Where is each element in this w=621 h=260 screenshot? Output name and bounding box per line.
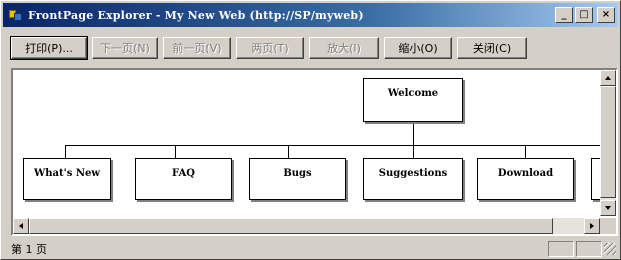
- vertical-scrollbar[interactable]: [600, 70, 616, 216]
- status-pane: [548, 241, 574, 257]
- scroll-down-button[interactable]: [600, 200, 616, 216]
- frontpage-explorer-icon[interactable]: [8, 7, 24, 23]
- print-preview-window: FrontPage Explorer - My New Web (http://…: [0, 0, 621, 260]
- preview-canvas: Welcome What's New FAQ Bugs Suggestions …: [11, 68, 618, 236]
- vertical-scroll-thumb[interactable]: [600, 86, 616, 198]
- arrow-down-icon: [605, 206, 611, 210]
- close-preview-button[interactable]: 关闭(C): [457, 37, 527, 59]
- scroll-up-button[interactable]: [600, 70, 616, 86]
- page-node-faq[interactable]: FAQ: [135, 158, 232, 200]
- status-bar: 第 1 页: [3, 240, 618, 258]
- window-title: FrontPage Explorer - My New Web (http://…: [28, 8, 364, 22]
- navigation-diagram: Welcome What's New FAQ Bugs Suggestions …: [13, 70, 600, 216]
- child-connector: [413, 145, 414, 158]
- title-bar[interactable]: FrontPage Explorer - My New Web (http://…: [3, 3, 618, 27]
- next-page-button[interactable]: 下一页(N): [92, 37, 158, 59]
- zoom-out-button[interactable]: 缩小(O): [384, 37, 452, 59]
- scroll-left-button[interactable]: [13, 218, 29, 234]
- window-controls: _ □ ×: [555, 7, 615, 23]
- previous-page-button[interactable]: 前一页(V): [163, 37, 231, 59]
- two-page-button[interactable]: 两页(T): [236, 37, 304, 59]
- maximize-button[interactable]: □: [575, 7, 593, 23]
- preview-toolbar: 打印(P)... 下一页(N) 前一页(V) 两页(T) 放大(I) 缩小(O)…: [10, 36, 527, 63]
- arrow-up-icon: [605, 76, 611, 80]
- root-connector: [413, 122, 414, 145]
- page-node-partial[interactable]: T: [591, 158, 600, 200]
- page-number-status: 第 1 页: [11, 243, 47, 256]
- child-connector: [525, 145, 526, 158]
- zoom-in-button[interactable]: 放大(I): [309, 37, 379, 59]
- horizontal-scrollbar[interactable]: [13, 218, 600, 234]
- child-connector: [175, 145, 176, 158]
- minimize-button[interactable]: _: [555, 7, 573, 23]
- scroll-right-button[interactable]: [584, 218, 600, 234]
- resize-grip-icon[interactable]: [604, 243, 616, 255]
- horizontal-scroll-thumb[interactable]: [29, 218, 553, 234]
- page-node-suggestions[interactable]: Suggestions: [363, 158, 463, 200]
- page-node-whats-new[interactable]: What's New: [23, 158, 111, 200]
- child-connector: [65, 145, 66, 158]
- child-connector: [288, 145, 289, 158]
- status-pane: [576, 241, 602, 257]
- close-window-button[interactable]: ×: [597, 7, 615, 23]
- page-node-download[interactable]: Download: [477, 158, 574, 200]
- print-button[interactable]: 打印(P)...: [10, 36, 88, 60]
- page-node-welcome[interactable]: Welcome: [363, 78, 463, 122]
- arrow-right-icon: [590, 223, 594, 229]
- page-node-bugs[interactable]: Bugs: [249, 158, 346, 200]
- horizontal-connector: [65, 145, 600, 146]
- arrow-left-icon: [19, 223, 23, 229]
- scrollbar-corner: [600, 218, 616, 234]
